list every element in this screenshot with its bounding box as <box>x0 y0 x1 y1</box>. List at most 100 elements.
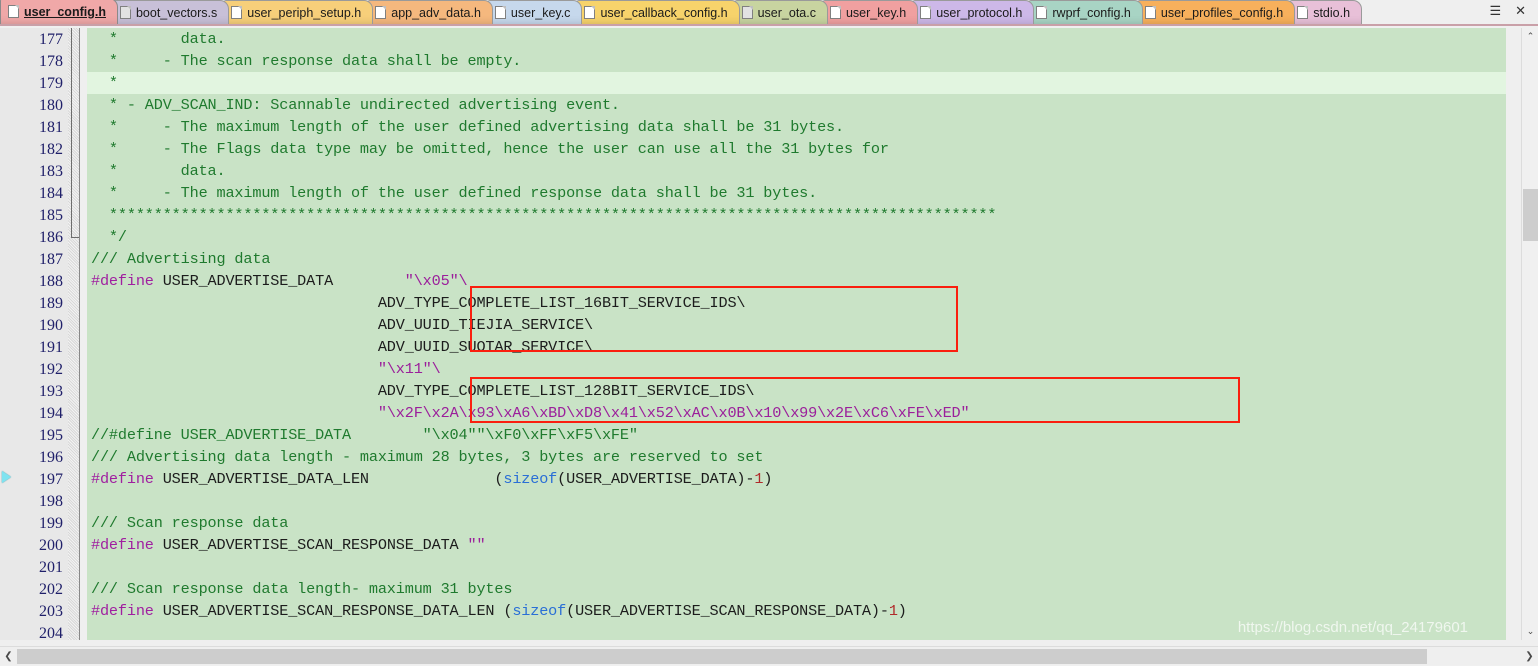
line-number: 189 <box>39 295 63 312</box>
code-token-id: (USER_ADVERTISE_DATA)- <box>557 470 755 488</box>
editor-tab-user-profiles-config-h[interactable]: user_profiles_config.h <box>1136 0 1296 24</box>
editor-tab-user-ota-c[interactable]: user_ota.c <box>733 0 828 24</box>
document-icon <box>1036 6 1048 19</box>
line-number: 203 <box>39 603 63 620</box>
line-number: 194 <box>39 405 63 422</box>
document-icon <box>829 6 841 19</box>
code-line[interactable]: ADV_TYPE_COMPLETE_LIST_16BIT_SERVICE_IDS… <box>87 292 1506 314</box>
code-token-id: ) <box>897 602 907 620</box>
line-number: 177 <box>39 31 63 48</box>
editor-tab-boot-vectors-s[interactable]: boot_vectors.s <box>111 0 230 24</box>
line-number: 191 <box>39 339 63 356</box>
vertical-scrollbar[interactable]: ⌃ ⌄ <box>1521 28 1538 640</box>
editor-tab-label: rwprf_config.h <box>1052 5 1131 20</box>
code-token-str: "\x05"\ <box>404 272 468 290</box>
editor-tab-user-callback-config-h[interactable]: user_callback_config.h <box>576 0 740 24</box>
line-number-column: 177 178 179 180 181 182 183 184 185 186 187 188 189 1… <box>0 28 68 642</box>
line-number: 181 <box>39 119 63 136</box>
horizontal-scrollbar[interactable]: ❮ ❯ <box>0 646 1538 665</box>
code-token-pp: #define <box>91 272 154 290</box>
editor-tab-rwprf-config-h[interactable]: rwprf_config.h <box>1028 0 1143 24</box>
editor-tab-user-key-h[interactable]: user_key.h <box>821 0 919 24</box>
line-number: 179 <box>39 75 63 92</box>
code-token-cm: * - The maximum length of the user defin… <box>91 118 844 136</box>
code-line[interactable]: ADV_UUID_SUOTAR_SERVICE\ <box>87 336 1506 358</box>
horizontal-scrollbar-thumb[interactable] <box>17 649 1427 664</box>
code-line[interactable]: /// Scan response data length- maximum 3… <box>87 578 1506 600</box>
code-editor: 177 178 179 180 181 182 183 184 185 186 187 188 189 1… <box>0 28 1538 665</box>
editor-tab-user-config-h[interactable]: user_config.h <box>0 0 118 24</box>
code-text-area[interactable]: * data. * - The scan response data shall… <box>87 28 1506 640</box>
code-line[interactable]: //#define USER_ADVERTISE_DATA "\x04""\xF… <box>87 424 1506 446</box>
code-token-id: ADV_UUID_TIEJIA_SERVICE\ <box>91 316 593 334</box>
code-line[interactable]: /// Advertising data <box>87 248 1506 270</box>
code-line[interactable]: * <box>87 72 1506 94</box>
editor-tab-user-key-c[interactable]: user_key.c <box>486 0 583 24</box>
document-icon <box>375 6 387 19</box>
tab-bar-spacer <box>1356 0 1479 24</box>
watermark-text: https://blog.csdn.net/qq_24179601 <box>1237 619 1468 636</box>
editor-tab-stdio-h[interactable]: stdio.h <box>1289 0 1363 24</box>
tab-list-dropdown-icon[interactable]: ☰ <box>1489 4 1501 17</box>
code-token-cm: /// Scan response data length- maximum 3… <box>91 580 513 598</box>
line-number: 195 <box>39 427 63 444</box>
code-line[interactable]: "\x11"\ <box>87 358 1506 380</box>
code-token-num: 1 <box>888 602 898 620</box>
editor-tab-label: user_ota.c <box>757 5 816 20</box>
code-token-num: 1 <box>754 470 764 488</box>
code-line[interactable]: * - ADV_SCAN_IND: Scannable undirected a… <box>87 94 1506 116</box>
code-line[interactable]: #define USER_ADVERTISE_DATA "\x05"\ <box>87 270 1506 292</box>
code-line[interactable]: * data. <box>87 28 1506 50</box>
code-token-str: "\x2F\x2A\x93\xA6\xBD\xD8\x41\x52\xAC\x0… <box>377 404 970 422</box>
code-line[interactable] <box>87 556 1506 578</box>
code-token-id: ADV_UUID_SUOTAR_SERVICE\ <box>91 338 593 356</box>
close-tab-icon[interactable]: ✕ <box>1515 4 1526 17</box>
scroll-up-arrow-icon[interactable]: ⌃ <box>1522 28 1538 45</box>
line-number: 199 <box>39 515 63 532</box>
code-token-id: USER_ADVERTISE_DATA_LEN ( <box>153 470 504 488</box>
scroll-right-arrow-icon[interactable]: ❯ <box>1521 647 1538 666</box>
fold-end-marker[interactable] <box>71 237 79 238</box>
editor-tab-label: user_profiles_config.h <box>1160 5 1284 20</box>
document-icon <box>231 6 243 19</box>
code-line[interactable] <box>87 490 1506 512</box>
code-token-cm: /// Scan response data <box>91 514 289 532</box>
code-line[interactable]: ADV_UUID_TIEJIA_SERVICE\ <box>87 314 1506 336</box>
document-icon <box>920 6 932 19</box>
line-number: 204 <box>39 625 63 642</box>
code-line[interactable]: * - The maximum length of the user defin… <box>87 182 1506 204</box>
code-line[interactable]: #define USER_ADVERTISE_SCAN_RESPONSE_DAT… <box>87 534 1506 556</box>
line-number: 201 <box>39 559 63 576</box>
code-token-cm: * <box>91 74 118 92</box>
code-token-cm: /// Advertising data length - maximum 28… <box>91 448 764 466</box>
code-token-cm: /// Advertising data <box>91 250 271 268</box>
scroll-down-arrow-icon[interactable]: ⌄ <box>1522 623 1538 640</box>
code-line[interactable]: ****************************************… <box>87 204 1506 226</box>
code-token-str: "\x11"\ <box>377 360 441 378</box>
code-line[interactable]: * - The maximum length of the user defin… <box>87 116 1506 138</box>
vertical-scrollbar-thumb[interactable] <box>1523 189 1538 241</box>
scroll-left-arrow-icon[interactable]: ❮ <box>0 647 17 666</box>
code-folding-column[interactable] <box>68 28 80 640</box>
code-line[interactable]: #define USER_ADVERTISE_DATA_LEN (sizeof(… <box>87 468 1506 490</box>
editor-tab-user-periph-setup-h[interactable]: user_periph_setup.h <box>223 0 374 24</box>
line-number: 202 <box>39 581 63 598</box>
line-number: 180 <box>39 97 63 114</box>
editor-tab-label: user_key.h <box>845 5 907 20</box>
editor-tab-app-adv-data-h[interactable]: app_adv_data.h <box>367 0 493 24</box>
code-line[interactable]: */ <box>87 226 1506 248</box>
code-token-pp: #define <box>91 470 154 488</box>
editor-tab-user-protocol-h[interactable]: user_protocol.h <box>912 0 1035 24</box>
code-line[interactable]: * - The scan response data shall be empt… <box>87 50 1506 72</box>
code-token-pp: #define <box>91 602 154 620</box>
editor-tab-label: user_key.c <box>510 5 571 20</box>
line-number: 187 <box>39 251 63 268</box>
code-line[interactable]: * data. <box>87 160 1506 182</box>
line-number: 182 <box>39 141 63 158</box>
code-line[interactable]: * - The Flags data type may be omitted, … <box>87 138 1506 160</box>
code-token-id: USER_ADVERTISE_DATA <box>153 272 405 290</box>
code-line[interactable]: /// Scan response data <box>87 512 1506 534</box>
code-line[interactable]: ADV_TYPE_COMPLETE_LIST_128BIT_SERVICE_ID… <box>87 380 1506 402</box>
code-line[interactable]: "\x2F\x2A\x93\xA6\xBD\xD8\x41\x52\xAC\x0… <box>87 402 1506 424</box>
code-line[interactable]: /// Advertising data length - maximum 28… <box>87 446 1506 468</box>
